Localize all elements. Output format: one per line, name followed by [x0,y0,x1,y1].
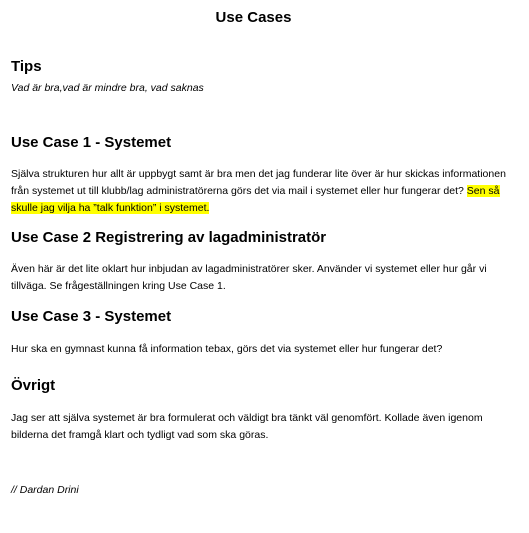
tips-heading: Tips [11,58,42,75]
other-heading: Övrigt [11,377,56,394]
use-case-3-heading: Use Case 3 - Systemet [11,308,172,325]
document-title: Use Cases [215,9,292,26]
use-case-2-heading: Use Case 2 Registrering av lagadministra… [11,229,327,246]
other-text: Jag ser att själva systemet är bra formu… [11,412,483,441]
use-case-1-heading: Use Case 1 - Systemet [11,134,172,151]
tips-text: Vad är bra,vad är mindre bra, vad saknas [11,82,204,94]
document-page: Use Cases Tips Vad är bra,vad är mindre … [0,0,529,533]
use-case-1-body: Själva strukturen hur allt är uppbygt sa… [11,168,506,197]
use-case-2-text: Även här är det lite oklart hur inbjudan… [11,263,487,292]
use-case-3-text: Hur ska en gymnast kunna få information … [11,343,443,355]
signature: // Dardan Drini [11,484,79,496]
use-case-1-text: Själva strukturen hur allt är uppbygt sa… [11,166,511,217]
